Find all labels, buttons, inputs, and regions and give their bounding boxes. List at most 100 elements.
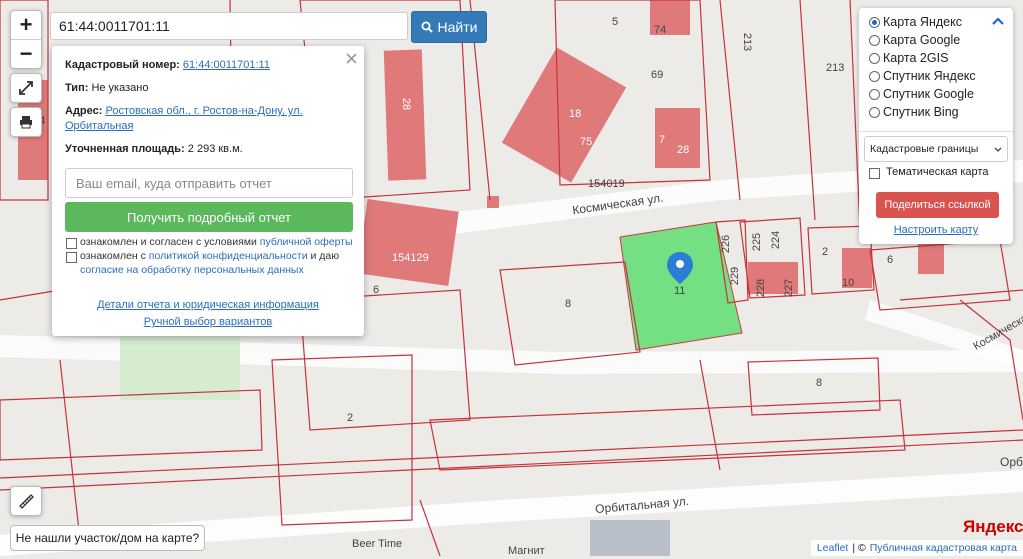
layer-option-label: Карта 2GIS — [883, 51, 949, 65]
search-icon — [421, 21, 433, 33]
cadastral-map-link[interactable]: Публичная кадастровая карта — [870, 542, 1017, 554]
layer-option-bing-satellite[interactable]: Спутник Bing — [869, 105, 959, 119]
public-offer-link[interactable]: публичной оферты — [260, 236, 353, 248]
address-label: Адрес: — [65, 105, 103, 117]
map-number-label: 75 — [580, 136, 593, 148]
layer-option-label: Спутник Яндекс — [883, 69, 976, 83]
layer-option-label: Карта Google — [883, 33, 961, 47]
attribution: Leaflet | © Публичная кадастровая карта — [810, 540, 1023, 556]
share-link-button[interactable]: Поделиться ссылкой — [876, 192, 999, 218]
map-number-label: 226 — [720, 234, 733, 254]
map-block-label: 154129 — [392, 252, 429, 264]
layer-option-yandex-satellite[interactable]: Спутник Яндекс — [869, 69, 976, 83]
map-number-label: 213 — [741, 32, 754, 52]
radio-icon — [869, 52, 880, 64]
settings-link-wrap: Настроить карту — [859, 224, 1013, 236]
search-button[interactable]: Найти — [411, 11, 487, 43]
layer-option-label: Спутник Bing — [883, 105, 959, 119]
ruler-icon — [19, 494, 34, 509]
layers-panel: Карта Яндекс Карта Google Карта 2GIS Спу… — [859, 8, 1013, 244]
search-input[interactable] — [50, 12, 408, 40]
address-link-line2[interactable]: Орбитальная — [65, 120, 133, 132]
get-report-button[interactable]: Получить подробный отчет — [65, 202, 353, 232]
map-number-label: 6 — [887, 254, 894, 266]
print-button[interactable] — [10, 107, 42, 137]
search-button-label: Найти — [437, 19, 478, 35]
map-number-label: 74 — [654, 24, 667, 36]
email-field[interactable] — [65, 168, 353, 198]
area-label: Уточненная площадь: — [65, 143, 185, 155]
ruler-button[interactable] — [10, 486, 42, 516]
map-number-label: 18 — [569, 108, 582, 120]
report-details-link[interactable]: Детали отчета и юридическая информация — [97, 299, 319, 311]
details-link-wrap: Детали отчета и юридическая информация — [52, 299, 364, 311]
fullscreen-button[interactable] — [10, 73, 42, 103]
radio-icon — [869, 34, 880, 46]
map-number-label: 8 — [816, 377, 823, 389]
close-icon[interactable] — [346, 53, 357, 64]
map-number-label: 7 — [659, 134, 666, 146]
cadastral-number-label: Кадастровый номер: — [65, 59, 180, 71]
offer-consent-label: ознакомлен и согласен с условиями — [80, 236, 260, 248]
map-number-label: 8 — [565, 298, 572, 310]
layer-option-label: Спутник Google — [883, 87, 974, 101]
offer-consent-text: ознакомлен и согласен с условиями публич… — [80, 235, 360, 249]
address-row: Адрес: Ростовская обл., г. Ростов-на-Дон… — [65, 104, 303, 134]
layer-option-google-satellite[interactable]: Спутник Google — [869, 87, 974, 101]
chevron-up-icon[interactable] — [992, 17, 1004, 25]
offer-consent-checkbox[interactable] — [66, 238, 77, 249]
zoom-control: + − — [10, 10, 42, 69]
map-number-label: 229 — [729, 266, 742, 286]
map-number-label: 228 — [755, 278, 768, 298]
privacy-consent-label: ознакомлен с — [80, 250, 149, 262]
cadastral-number-link[interactable]: 61:44:0011701:11 — [183, 59, 270, 71]
privacy-policy-link[interactable]: политикой конфиденциальности — [149, 250, 308, 262]
layer-option-google-map[interactable]: Карта Google — [869, 33, 960, 47]
map-poi-label: Магнит — [508, 545, 545, 557]
map-number-label: Орб — [1000, 455, 1023, 469]
thematic-map-label: Тематическая карта — [886, 166, 989, 178]
map-number-label: 225 — [751, 232, 764, 252]
area-value: 2 293 кв.м. — [187, 143, 243, 155]
type-label: Тип: — [65, 82, 89, 94]
parcel-info-popup: Кадастровый номер: 61:44:0011701:11 Тип:… — [52, 46, 364, 336]
thematic-map-checkbox[interactable] — [869, 168, 880, 179]
printer-icon — [20, 116, 32, 129]
map-number-label: 224 — [770, 230, 783, 250]
layer-option-label: Карта Яндекс — [883, 15, 962, 29]
map-number-label: 227 — [783, 278, 796, 298]
map-number-label: 10 — [842, 277, 855, 289]
attribution-separator: | © — [852, 542, 866, 554]
address-link[interactable]: Ростовская обл., г. Ростов-на-Дону, ул. — [105, 105, 302, 117]
personal-data-link[interactable]: согласие на обработку персональных данны… — [80, 264, 304, 276]
type-value: Не указано — [91, 82, 149, 94]
map-number-label: 213 — [826, 62, 845, 74]
privacy-consent-text: ознакомлен с политикой конфиденциальност… — [80, 249, 360, 277]
map-number-label: 28 — [677, 144, 690, 156]
cadastral-layer-select[interactable]: Кадастровые границы — [864, 136, 1008, 162]
map-number-label: 6 — [373, 284, 380, 296]
map-number-label: 28 — [400, 97, 413, 111]
map-number-label: 11 — [674, 285, 686, 297]
yandex-logo: Яндекс — [963, 517, 1023, 536]
cadastral-number-row: Кадастровый номер: 61:44:0011701:11 — [65, 59, 270, 71]
divider — [859, 131, 1013, 132]
manual-selection-link[interactable]: Ручной выбор вариантов — [144, 316, 272, 328]
zoom-out-button[interactable]: − — [11, 40, 41, 68]
layer-option-2gis-map[interactable]: Карта 2GIS — [869, 51, 948, 65]
privacy-consent-checkbox[interactable] — [66, 252, 77, 263]
map-poi-label: Beer Time — [352, 538, 403, 550]
zoom-in-button[interactable]: + — [11, 11, 41, 40]
radio-icon — [869, 88, 880, 100]
map-settings-link[interactable]: Настроить карту — [894, 224, 979, 236]
expand-icon — [19, 81, 33, 95]
map-number-label: 69 — [651, 69, 664, 81]
not-found-button[interactable]: Не нашли участок/дом на карте? — [10, 525, 205, 551]
leaflet-link[interactable]: Leaflet — [817, 542, 849, 554]
map-number-label: 5 — [612, 16, 619, 28]
area-row: Уточненная площадь: 2 293 кв.м. — [65, 143, 243, 155]
cadastral-layer-value: Кадастровые границы — [870, 143, 979, 155]
layer-option-yandex-map[interactable]: Карта Яндекс — [869, 15, 962, 29]
chevron-down-icon — [994, 147, 1002, 152]
radio-icon — [869, 106, 880, 118]
